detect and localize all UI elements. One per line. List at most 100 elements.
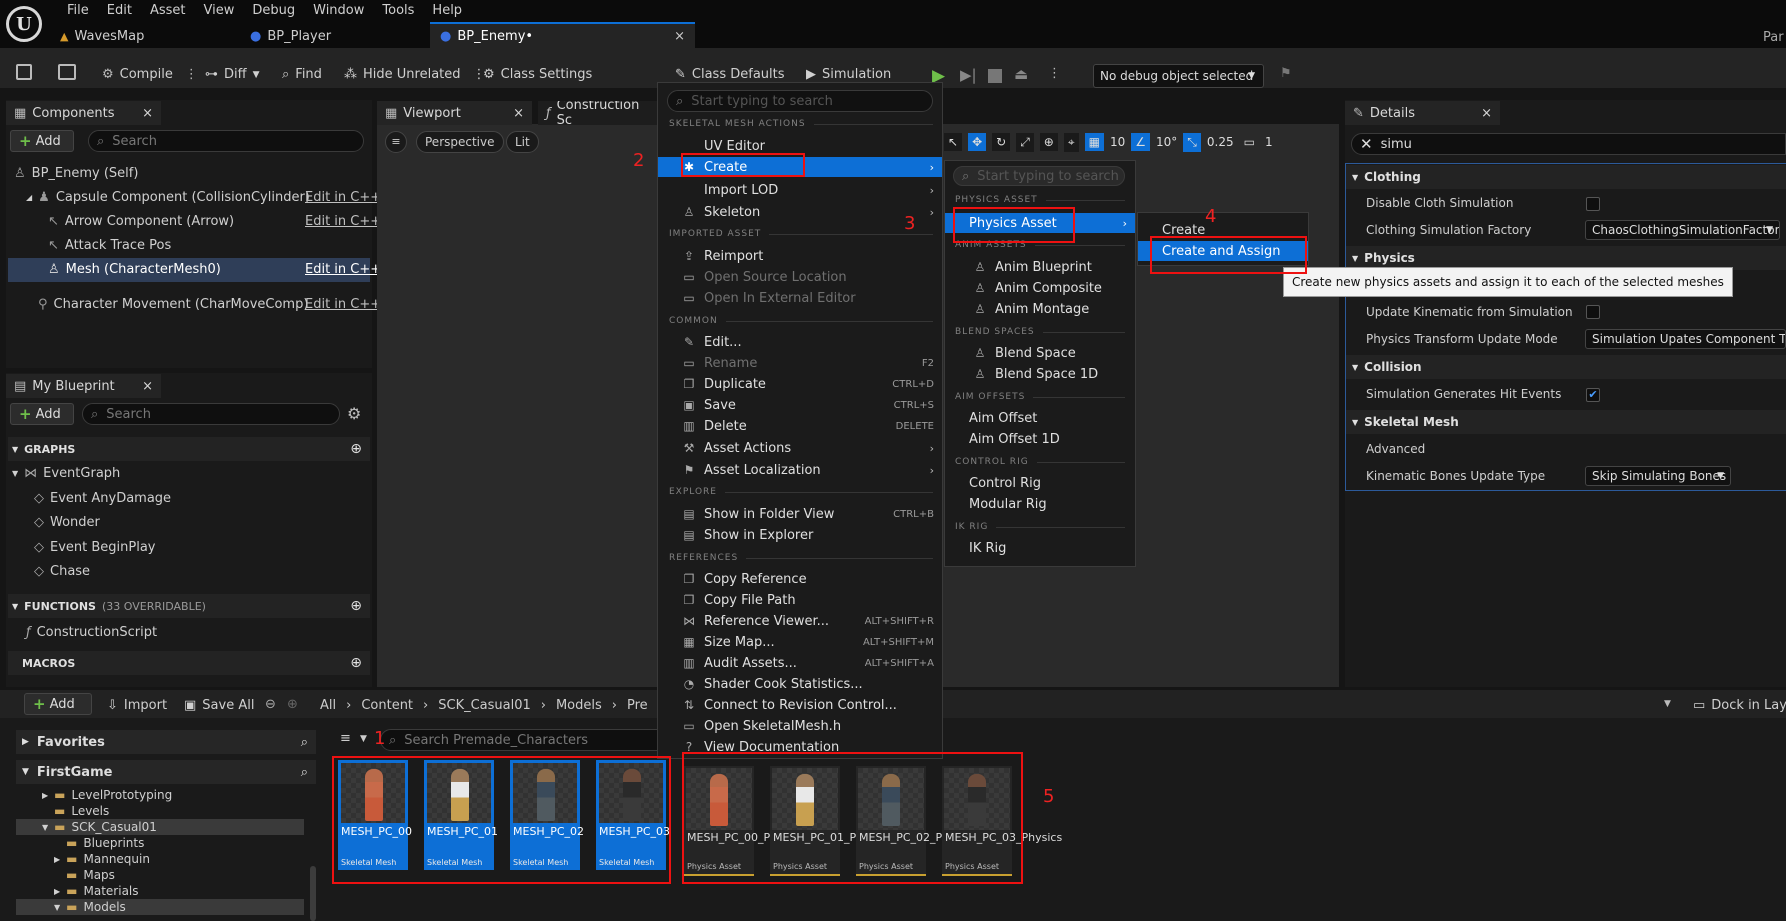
context-menu-search[interactable]: ⌕ Start typing to search [667, 90, 933, 112]
diff-button[interactable]: ⊶ Diff ▼ [205, 67, 260, 82]
tree-scrollbar[interactable] [310, 866, 316, 921]
menu-item-copy-path[interactable]: ❐ Copy File Path [658, 590, 942, 610]
project-header[interactable]: ▼ FirstGame ⌕ [16, 760, 316, 784]
compile-button[interactable]: ⚙ Compile ⋮ [102, 67, 198, 82]
component-mesh[interactable]: ♙ Mesh (CharacterMesh0) [48, 262, 221, 277]
collapse-icon[interactable]: ◢ [26, 193, 32, 202]
menu-item-ik-rig[interactable]: IK Rig [945, 538, 1135, 558]
scale-icon[interactable]: ⤢ [1016, 132, 1034, 152]
hide-unrelated-button[interactable]: ⁂ Hide Unrelated ⋮ [344, 67, 486, 82]
section-clothing[interactable]: ▼ Clothing [1346, 165, 1786, 189]
disable-cloth-checkbox[interactable] [1586, 197, 1600, 211]
camera-speed-value[interactable]: 1 [1265, 135, 1273, 149]
add-circle-icon[interactable]: ⊕ [350, 598, 362, 614]
menu-item-duplicate[interactable]: ❐ Duplicate CTRL+D [658, 374, 942, 394]
menu-item-blend-space-1d[interactable]: ♙ Blend Space 1D [945, 364, 1135, 384]
angle-value[interactable]: 10° [1156, 135, 1177, 149]
find-button[interactable]: ⌕ Find [282, 67, 322, 82]
component-self[interactable]: ♙ BP_Enemy (Self) [14, 166, 138, 181]
edit-in-cpp-link[interactable]: Edit in C++ [305, 190, 381, 205]
event-item[interactable]: ◇ Event AnyDamage [34, 491, 171, 506]
angle-snap-icon[interactable]: ∠ [1131, 133, 1151, 151]
menu-edit[interactable]: Edit [107, 3, 132, 18]
grid-snap-icon[interactable]: ▦ [1084, 133, 1104, 151]
menu-item-delete[interactable]: ▥ Delete DELETE [658, 416, 942, 436]
details-search[interactable]: ✕ simu [1351, 133, 1786, 155]
menu-item-asset-actions[interactable]: ⚒ Asset Actions › [658, 438, 942, 458]
menu-item-copy-reference[interactable]: ❐ Copy Reference [658, 569, 942, 589]
menu-item-control-rig[interactable]: Control Rig [945, 473, 1135, 493]
submenu-search[interactable]: ⌕ Start typing to search [953, 166, 1125, 186]
grid-value[interactable]: 10 [1110, 135, 1125, 149]
component-attack-trace[interactable]: ↖ Attack Trace Pos [48, 238, 171, 253]
unreal-logo[interactable]: U [6, 6, 42, 42]
menu-item-asset-localization[interactable]: ⚑ Asset Localization › [658, 460, 942, 480]
move-icon[interactable]: ✥ [968, 133, 987, 151]
menu-tools[interactable]: Tools [382, 3, 414, 18]
menu-item-modular-rig[interactable]: Modular Rig [945, 494, 1135, 514]
hamburger-icon[interactable]: ≡ [385, 131, 407, 153]
menu-item-edit[interactable]: ✎ Edit... [658, 332, 942, 352]
cb-add-button[interactable]: + Add [24, 693, 92, 715]
menu-item-anim-blueprint[interactable]: ♙ Anim Blueprint [945, 257, 1135, 277]
surface-snap-icon[interactable]: ⌖ [1063, 132, 1079, 152]
menu-asset[interactable]: Asset [150, 3, 186, 18]
menu-view[interactable]: View [204, 3, 235, 18]
menu-item-skeleton[interactable]: ♙ Skeleton › [658, 202, 942, 222]
cb-save-all-button[interactable]: ▣ Save All [184, 698, 254, 713]
eject-icon[interactable]: ⏏ [1014, 65, 1028, 83]
component-arrow[interactable]: ↖ Arrow Component (Arrow) [48, 214, 234, 229]
select-icon[interactable]: ↖ [944, 133, 963, 151]
event-graph-item[interactable]: ▼ ⋈ EventGraph [12, 466, 120, 481]
construction-script-tab[interactable]: ƒ Construction Sc [538, 101, 658, 125]
tab-bp-enemy[interactable]: ● BP_Enemy• × [430, 22, 695, 48]
folder-item[interactable]: ▬ Levels [54, 804, 109, 818]
event-item[interactable]: ◇ Wonder [34, 515, 100, 530]
browse-icon[interactable] [58, 64, 76, 80]
dock-in-layout-button[interactable]: ▭ Dock in Layout [1693, 698, 1786, 713]
breadcrumb-item[interactable]: All [320, 698, 336, 713]
menu-item-blend-space[interactable]: ♙ Blend Space [945, 343, 1135, 363]
tab-wavesmap[interactable]: ▲ WavesMap [60, 24, 144, 48]
cb-import-button[interactable]: ⇩ Import [107, 698, 167, 713]
forward-icon[interactable]: ⊕ [287, 697, 298, 712]
add-blueprint-button[interactable]: + Add [10, 403, 74, 425]
debug-object-select[interactable]: No debug object selected ▼ [1093, 64, 1264, 88]
lit-button[interactable]: Lit [506, 131, 539, 153]
menu-help[interactable]: Help [432, 3, 462, 18]
back-icon[interactable]: ⊖ [265, 697, 276, 712]
menu-file[interactable]: File [67, 3, 89, 18]
construction-script-item[interactable]: ƒ ConstructionScript [26, 625, 157, 640]
save-icon[interactable] [16, 64, 32, 80]
chevron-down-icon[interactable]: ▼ [1664, 699, 1671, 709]
search-icon[interactable]: ⌕ [301, 765, 308, 780]
menu-item-show-folder[interactable]: ▤ Show in Folder View CTRL+B [658, 504, 942, 524]
tab-bp-player[interactable]: ● BP_Player [250, 24, 331, 48]
folder-item[interactable]: ▬ Maps [66, 868, 115, 882]
more-icon[interactable]: ⋮ [185, 67, 198, 82]
phys-transform-select[interactable]: Simulation Upates Component Transform [1585, 329, 1786, 349]
row-advanced[interactable]: Advanced [1346, 437, 1786, 461]
kinematic-bones-select[interactable]: Skip Simulating Bones ▼ [1585, 466, 1731, 486]
edit-in-cpp-link[interactable]: Edit in C++ [305, 262, 381, 277]
breadcrumb-item[interactable]: Pre [627, 698, 648, 713]
component-capsule[interactable]: ◢ ♟ Capsule Component (CollisionCylinder… [26, 190, 310, 205]
step-icon[interactable]: ▶| [960, 66, 977, 84]
section-collision[interactable]: ▼ Collision [1346, 355, 1786, 379]
edit-in-cpp-link[interactable]: Edit in C++ [305, 297, 381, 312]
close-icon[interactable]: × [142, 106, 153, 121]
perspective-button[interactable]: Perspective [416, 131, 504, 153]
menu-item-aim-offset-1d[interactable]: Aim Offset 1D [945, 429, 1135, 449]
breadcrumb-item[interactable]: SCK_Casual01 [438, 698, 531, 713]
class-defaults-button[interactable]: ✎ Class Defaults [675, 67, 785, 82]
components-search[interactable]: ⌕ Search [88, 130, 364, 152]
viewport-tab[interactable]: ▦ Viewport × [377, 101, 532, 125]
menu-item-aim-offset[interactable]: Aim Offset [945, 408, 1135, 428]
scale-snap-icon[interactable]: ⤡ [1183, 132, 1201, 152]
menu-item-anim-composite[interactable]: ♙ Anim Composite [945, 278, 1135, 298]
add-circle-icon[interactable]: ⊕ [350, 441, 362, 457]
folder-item[interactable]: ▼ ▬ SCK_Casual01 [42, 820, 157, 834]
stop-icon[interactable] [988, 69, 1002, 83]
menu-item-save[interactable]: ▣ Save CTRL+S [658, 395, 942, 415]
menu-item-shader-cook[interactable]: ◔ Shader Cook Statistics... [658, 674, 942, 694]
